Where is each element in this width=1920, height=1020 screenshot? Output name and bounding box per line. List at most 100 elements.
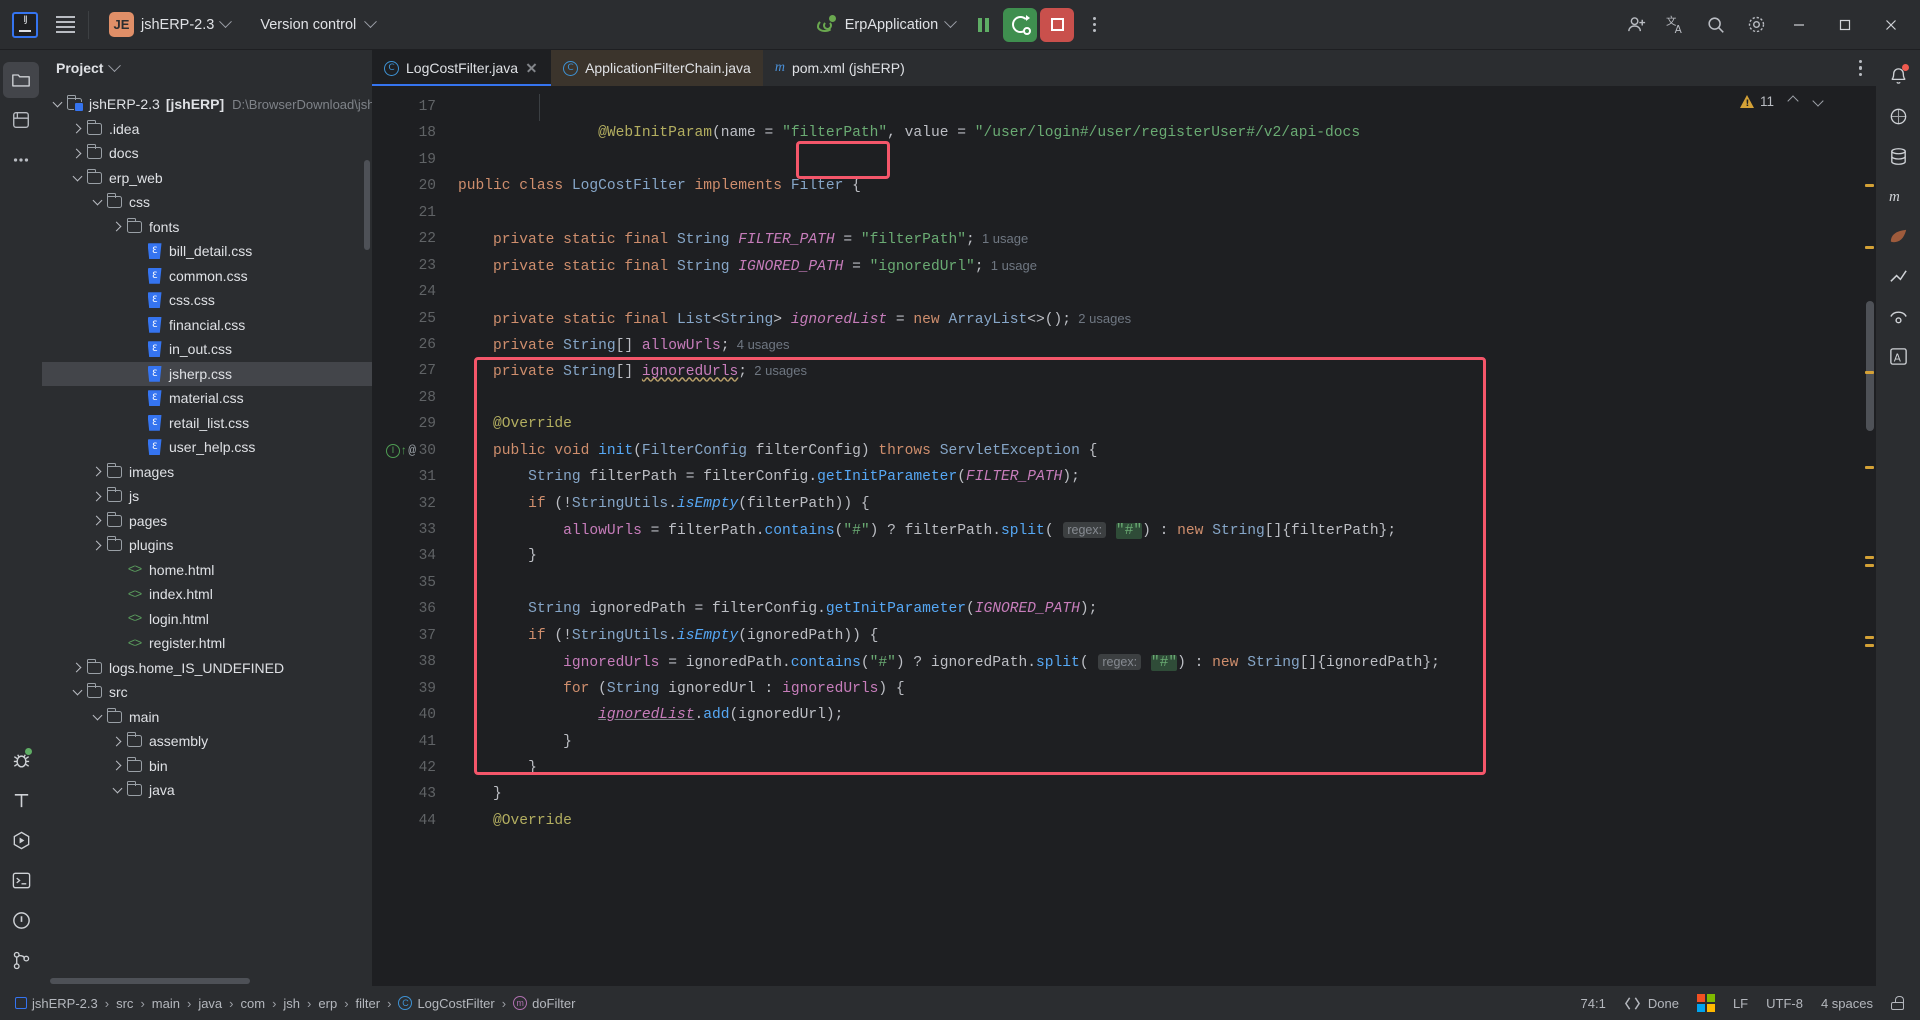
tree-node[interactable]: common.css bbox=[42, 264, 372, 289]
tree-node[interactable]: css bbox=[42, 190, 372, 215]
editor-tab[interactable]: m pom.xml (jshERP) bbox=[763, 50, 917, 86]
tree-node[interactable]: logs.home_IS_UNDEFINED bbox=[42, 656, 372, 681]
annotation-icon[interactable]: @ bbox=[408, 438, 416, 464]
tab-close-icon[interactable] bbox=[525, 61, 539, 75]
tree-node[interactable]: <> register.html bbox=[42, 631, 372, 656]
code-line[interactable] bbox=[444, 200, 1876, 226]
gutter-line-number[interactable]: 28 bbox=[372, 385, 444, 411]
sidebar-item-debug[interactable] bbox=[3, 742, 39, 778]
code-line[interactable]: private String[] allowUrls; 4 usages bbox=[444, 332, 1876, 358]
tree-node[interactable]: css.css bbox=[42, 288, 372, 313]
code-line[interactable] bbox=[444, 385, 1876, 411]
sidebar-item-problems[interactable] bbox=[3, 902, 39, 938]
gutter-line-number[interactable]: 40 bbox=[372, 702, 444, 728]
gutter-line-number[interactable]: 19 bbox=[372, 147, 444, 173]
search-button[interactable] bbox=[1696, 0, 1736, 50]
code-line[interactable]: if (!StringUtils.isEmpty(filterPath)) { bbox=[444, 491, 1876, 517]
chevron-down-icon[interactable] bbox=[1812, 95, 1824, 107]
gutter-line-number[interactable]: 29 bbox=[372, 411, 444, 437]
gutter-line-number[interactable]: 33 bbox=[372, 517, 444, 543]
windows-logo-icon[interactable] bbox=[1696, 994, 1715, 1012]
chevron-up-icon[interactable] bbox=[1787, 95, 1799, 107]
gutter-line-number[interactable]: 44 bbox=[372, 808, 444, 834]
gutter-line-number[interactable]: 37 bbox=[372, 623, 444, 649]
chevron-down-icon[interactable] bbox=[70, 171, 84, 185]
tree-node[interactable]: jshERP-2.3 [jshERP] D:\BrowserDownload\jsh… bbox=[42, 92, 372, 117]
tree-node[interactable]: jsherp.css bbox=[42, 361, 372, 386]
gutter-line-number[interactable]: 35 bbox=[372, 570, 444, 596]
editor-tab[interactable]: C ApplicationFilterChain.java bbox=[551, 50, 763, 86]
sidebar-item-version-control[interactable] bbox=[3, 942, 39, 978]
gutter-line-number[interactable]: 36 bbox=[372, 596, 444, 622]
project-tree-scrollbar[interactable] bbox=[364, 160, 370, 250]
tree-node[interactable]: docs bbox=[42, 141, 372, 166]
sidebar-item-build[interactable] bbox=[3, 782, 39, 818]
gutter-line-number[interactable]: 38 bbox=[372, 649, 444, 675]
chevron-right-icon[interactable] bbox=[110, 734, 124, 748]
run-configuration-selector[interactable]: ErpApplication bbox=[809, 10, 964, 40]
editor-scroll-thumb[interactable] bbox=[1866, 301, 1874, 431]
breadcrumb-item[interactable]: jshERP-2.3 bbox=[10, 994, 103, 1013]
maximize-button[interactable] bbox=[1822, 0, 1868, 50]
tree-node[interactable]: bin bbox=[42, 754, 372, 779]
sidebar-item-run[interactable] bbox=[3, 822, 39, 858]
chevron-down-icon[interactable] bbox=[108, 58, 122, 72]
code-line[interactable]: private static final String IGNORED_PATH… bbox=[444, 253, 1876, 279]
chevron-right-icon[interactable] bbox=[110, 220, 124, 234]
code-line[interactable] bbox=[444, 570, 1876, 596]
sidebar-item-ai-assistant[interactable] bbox=[1880, 98, 1916, 134]
code-line[interactable] bbox=[444, 94, 1876, 120]
tree-node[interactable]: bill_detail.css bbox=[42, 239, 372, 264]
stop-button[interactable] bbox=[1040, 7, 1075, 42]
breadcrumb-item[interactable]: com bbox=[236, 994, 271, 1013]
translate-button[interactable]: 文A bbox=[1656, 0, 1696, 50]
version-control-selector[interactable]: Version control bbox=[254, 10, 381, 40]
tree-node[interactable]: user_help.css bbox=[42, 435, 372, 460]
sidebar-item-database[interactable] bbox=[1880, 138, 1916, 174]
tree-node[interactable]: plugins bbox=[42, 533, 372, 558]
tree-node[interactable]: fonts bbox=[42, 215, 372, 240]
gutter-line-number[interactable]: 22 bbox=[372, 226, 444, 252]
gutter-line-number[interactable]: 31 bbox=[372, 464, 444, 490]
tree-node[interactable]: <> login.html bbox=[42, 607, 372, 632]
chevron-right-icon[interactable] bbox=[90, 489, 104, 503]
code-line[interactable]: @Override bbox=[444, 411, 1876, 437]
tree-node[interactable]: material.css bbox=[42, 386, 372, 411]
code-line[interactable]: ignoredList.add(ignoredUrl); bbox=[444, 702, 1876, 728]
chevron-right-icon[interactable] bbox=[70, 122, 84, 136]
settings-button[interactable] bbox=[1736, 0, 1776, 50]
code-line[interactable]: allowUrls = filterPath.contains("#") ? f… bbox=[444, 517, 1876, 543]
tree-node[interactable]: financial.css bbox=[42, 313, 372, 338]
editor-gutter[interactable]: 17 18 19 20 21 22 23 24 25 26 27 28 29 30 I ↑ @31 32 33 34 3… bbox=[372, 86, 444, 986]
tree-node[interactable]: main bbox=[42, 705, 372, 730]
file-encoding[interactable]: UTF-8 bbox=[1766, 996, 1803, 1011]
account-button[interactable] bbox=[1616, 0, 1656, 50]
indent-setting[interactable]: 4 spaces bbox=[1821, 996, 1873, 1011]
code-line[interactable] bbox=[444, 147, 1876, 173]
tree-node[interactable]: erp_web bbox=[42, 166, 372, 191]
gutter-line-number[interactable]: 21 bbox=[372, 200, 444, 226]
sidebar-item-endpoints[interactable] bbox=[1880, 298, 1916, 334]
gutter-line-number[interactable]: 32 bbox=[372, 491, 444, 517]
code-line[interactable] bbox=[444, 279, 1876, 305]
project-tree-hscrollbar[interactable] bbox=[50, 978, 250, 984]
chevron-right-icon[interactable] bbox=[90, 465, 104, 479]
code-line[interactable]: @WebInitParam(name = "filterPath", value… bbox=[444, 120, 1876, 146]
gutter-line-number[interactable]: 27 bbox=[372, 358, 444, 384]
gutter-line-number[interactable]: 42 bbox=[372, 755, 444, 781]
tree-node[interactable]: images bbox=[42, 460, 372, 485]
tree-node[interactable]: pages bbox=[42, 509, 372, 534]
unlocked-icon[interactable] bbox=[1891, 996, 1904, 1010]
gutter-line-number[interactable]: 30 I ↑ @ bbox=[372, 438, 444, 464]
chevron-down-icon[interactable] bbox=[50, 97, 64, 111]
code-line[interactable]: String filterPath = filterConfig.getInit… bbox=[444, 464, 1876, 490]
pause-button[interactable] bbox=[966, 8, 1000, 42]
code-line[interactable]: private static final List<String> ignore… bbox=[444, 306, 1876, 332]
code-editor[interactable]: 17 18 19 20 21 22 23 24 25 26 27 28 29 30 I ↑ @31 32 33 34 3… bbox=[372, 86, 1876, 986]
sidebar-item-terminal[interactable] bbox=[3, 862, 39, 898]
code-line[interactable]: public void init(FilterConfig filterConf… bbox=[444, 438, 1876, 464]
chevron-right-icon[interactable] bbox=[90, 538, 104, 552]
breadcrumb-item[interactable]: m doFilter bbox=[508, 994, 580, 1013]
breadcrumb-item[interactable]: erp bbox=[313, 994, 342, 1013]
tree-node[interactable]: <> home.html bbox=[42, 558, 372, 583]
